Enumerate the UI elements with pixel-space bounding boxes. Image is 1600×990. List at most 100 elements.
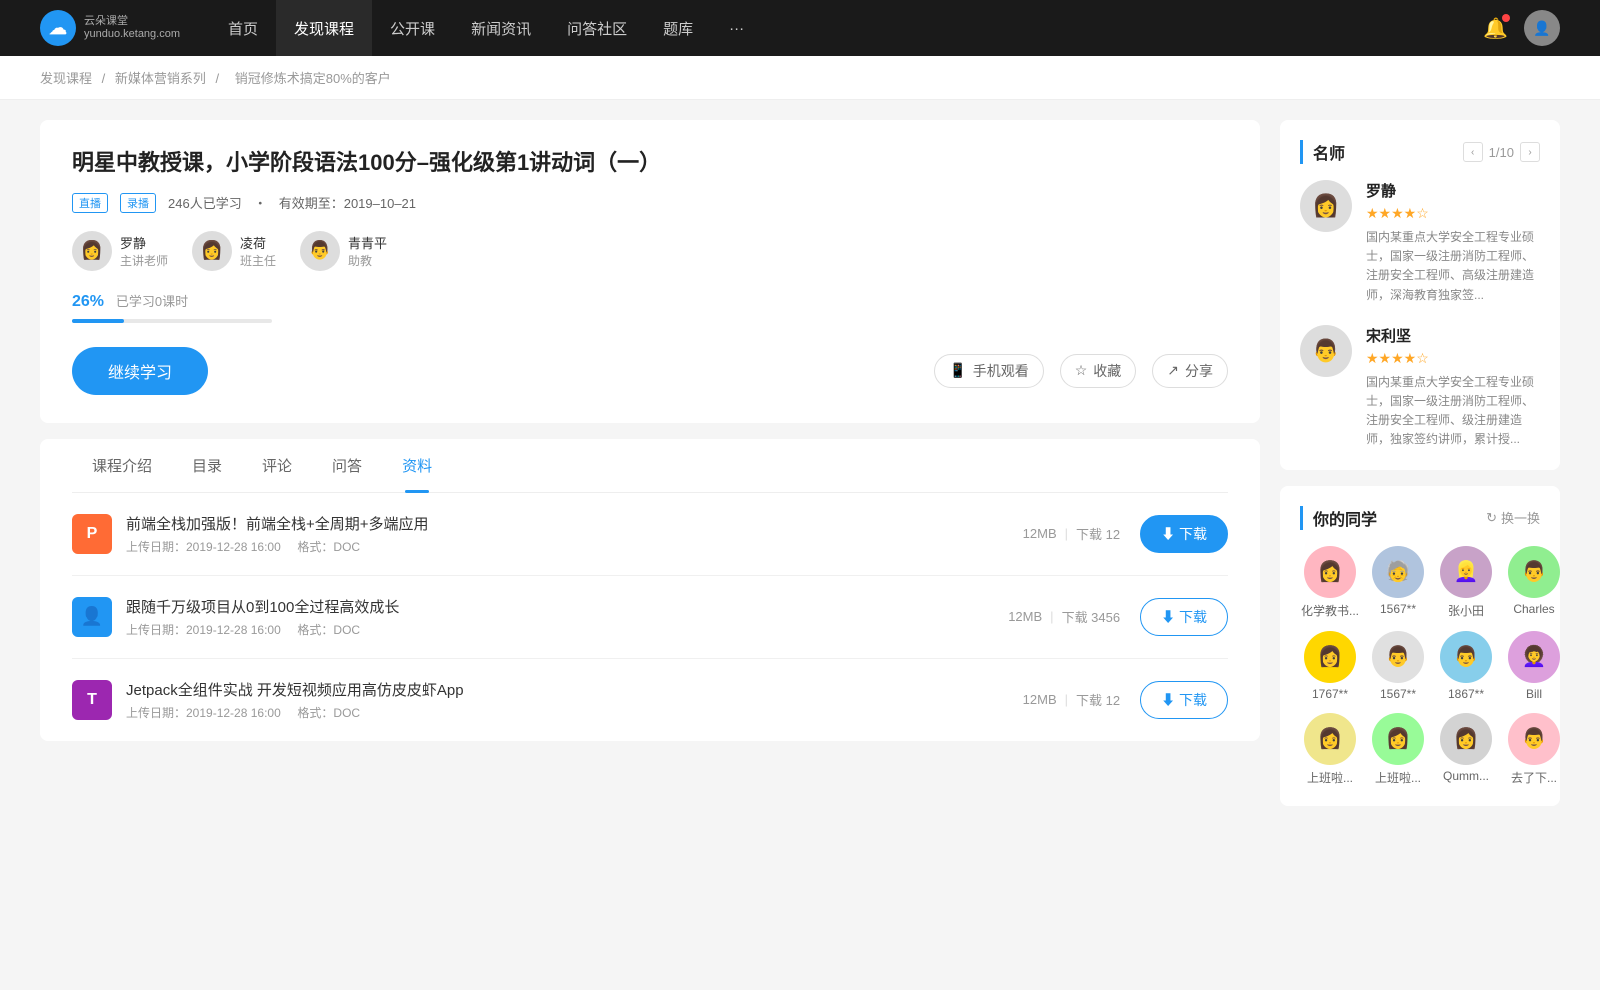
student-avatar-6: 👨 xyxy=(1440,631,1492,683)
breadcrumb-link-1[interactable]: 发现课程 xyxy=(40,71,92,86)
teacher-1-info: 凌荷 班主任 xyxy=(240,233,276,269)
breadcrumb: 发现课程 / 新媒体营销系列 / 销冠修炼术搞定80%的客户 xyxy=(0,56,1600,100)
course-meta: 直播 录播 246人已学习 ・ 有效期至：2019–10–21 xyxy=(72,193,1228,213)
file-size-2: 12MB xyxy=(1023,692,1057,707)
teacher-sidebar-avatar-0: 👩 xyxy=(1300,180,1352,232)
student-item-10: 👩 Qumm... xyxy=(1436,713,1496,786)
file-size-0: 12MB xyxy=(1023,526,1057,541)
mobile-icon: 📱 xyxy=(949,362,966,379)
file-name-0: 前端全栈加强版！前端全栈+全周期+多端应用 xyxy=(126,513,1023,534)
file-stats-1: 12MB | 下载 3456 xyxy=(1008,607,1120,626)
nav-item-more[interactable]: ··· xyxy=(711,0,762,56)
student-item-1: 🧓 1567** xyxy=(1368,546,1428,619)
teachers-list: 👩 罗静 主讲老师 👩 凌荷 班主任 👨 青青平 xyxy=(72,231,1228,271)
course-valid: ・ xyxy=(254,193,267,212)
student-name-9: 上班啦... xyxy=(1368,769,1428,786)
tab-qa[interactable]: 问答 xyxy=(312,439,382,492)
progress-bar-fill xyxy=(72,319,124,323)
student-avatar-1: 🧓 xyxy=(1372,546,1424,598)
star-icon: ☆ xyxy=(1075,362,1088,379)
file-name-2: Jetpack全组件实战 开发短视频应用高仿皮皮虾App xyxy=(126,679,1023,700)
student-name-6: 1867** xyxy=(1436,687,1496,701)
file-stats-2: 12MB | 下载 12 xyxy=(1023,690,1120,709)
nav-items: 首页 发现课程 公开课 新闻资讯 问答社区 题库 ··· xyxy=(210,0,1483,56)
student-avatar-8: 👩 xyxy=(1304,713,1356,765)
logo[interactable]: ☁ 云朵课堂 yunduo.ketang.com xyxy=(40,10,180,46)
teacher-2-info: 青青平 助教 xyxy=(348,233,387,269)
navigation: ☁ 云朵课堂 yunduo.ketang.com 首页 发现课程 公开课 新闻资… xyxy=(0,0,1600,56)
nav-item-qa[interactable]: 问答社区 xyxy=(549,0,645,56)
file-item-0: P 前端全栈加强版！前端全栈+全周期+多端应用 上传日期：2019-12-28 … xyxy=(72,493,1228,576)
progress-bar-bg xyxy=(72,319,272,323)
tab-intro[interactable]: 课程介绍 xyxy=(72,439,172,492)
next-page-button[interactable]: › xyxy=(1520,142,1540,162)
sidebar: 名师 ‹ 1/10 › 👩 罗静 ★★★★☆ 国内某重点大学安全工程专业硕士，国… xyxy=(1280,120,1560,822)
collect-button[interactable]: ☆ 收藏 xyxy=(1060,354,1137,388)
teacher-0-name: 罗静 xyxy=(120,233,168,252)
teacher-sidebar-avatar-1: 👨 xyxy=(1300,325,1352,377)
student-item-9: 👩 上班啦... xyxy=(1368,713,1428,786)
download-button-0[interactable]: ⬇ 下载 xyxy=(1140,515,1228,553)
students-grid: 👩 化学教书... 🧓 1567** 👱‍♀️ 张小田 👨 Charles 👩 xyxy=(1300,546,1540,786)
mobile-label: 手机观看 xyxy=(973,361,1029,381)
user-avatar[interactable]: 👤 xyxy=(1524,10,1560,46)
teacher-1: 👩 凌荷 班主任 xyxy=(192,231,276,271)
progress-section: 26% 已学习0课时 xyxy=(72,291,1228,323)
download-button-1[interactable]: ⬇ 下载 xyxy=(1140,598,1228,636)
nav-item-home[interactable]: 首页 xyxy=(210,0,276,56)
student-item-7: 👩‍🦱 Bill xyxy=(1504,631,1564,701)
breadcrumb-sep-1: / xyxy=(102,71,109,86)
course-validity: 有效期至：2019–10–21 xyxy=(279,193,416,212)
nav-item-discover[interactable]: 发现课程 xyxy=(276,0,372,56)
file-list: P 前端全栈加强版！前端全栈+全周期+多端应用 上传日期：2019-12-28 … xyxy=(72,493,1228,741)
student-name-1: 1567** xyxy=(1368,602,1428,616)
student-avatar-11: 👨 xyxy=(1508,713,1560,765)
nav-item-news[interactable]: 新闻资讯 xyxy=(453,0,549,56)
file-info-1: 跟随千万级项目从0到100全过程高效成长 上传日期：2019-12-28 16:… xyxy=(126,596,1008,638)
share-label: 分享 xyxy=(1185,361,1213,381)
breadcrumb-current: 销冠修炼术搞定80%的客户 xyxy=(235,71,391,86)
breadcrumb-link-2[interactable]: 新媒体营销系列 xyxy=(115,71,206,86)
course-actions: 继续学习 📱 手机观看 ☆ 收藏 ↗ 分享 xyxy=(72,347,1228,395)
teacher-sidebar-stars-1: ★★★★☆ xyxy=(1366,350,1540,367)
teacher-2-name: 青青平 xyxy=(348,233,387,252)
teacher-2-role: 助教 xyxy=(348,252,387,269)
nav-right: 🔔 👤 xyxy=(1483,10,1560,46)
continue-learning-button[interactable]: 继续学习 xyxy=(72,347,208,395)
file-icon-2: T xyxy=(72,680,112,720)
page-info: 1/10 xyxy=(1489,145,1514,160)
student-name-10: Qumm... xyxy=(1436,769,1496,783)
tab-review[interactable]: 评论 xyxy=(242,439,312,492)
notification-bell[interactable]: 🔔 xyxy=(1483,16,1508,41)
teacher-1-avatar: 👩 xyxy=(192,231,232,271)
refresh-label: 换一换 xyxy=(1501,508,1540,527)
progress-row: 26% 已学习0课时 xyxy=(72,291,1228,311)
breadcrumb-sep-2: / xyxy=(216,71,223,86)
tab-materials[interactable]: 资料 xyxy=(382,439,452,492)
badge-record: 录播 xyxy=(120,193,156,213)
download-button-2[interactable]: ⬇ 下载 xyxy=(1140,681,1228,719)
teacher-1-name: 凌荷 xyxy=(240,233,276,252)
teacher-0-role: 主讲老师 xyxy=(120,252,168,269)
share-button[interactable]: ↗ 分享 xyxy=(1152,354,1228,388)
teacher-2: 👨 青青平 助教 xyxy=(300,231,387,271)
mobile-view-button[interactable]: 📱 手机观看 xyxy=(934,354,1043,388)
content-area: 明星中教授课，小学阶段语法100分–强化级第1讲动词（一） 直播 录播 246人… xyxy=(40,120,1260,822)
student-avatar-10: 👩 xyxy=(1440,713,1492,765)
student-item-2: 👱‍♀️ 张小田 xyxy=(1436,546,1496,619)
file-size-1: 12MB xyxy=(1008,609,1042,624)
nav-item-open[interactable]: 公开课 xyxy=(372,0,453,56)
tab-catalog[interactable]: 目录 xyxy=(172,439,242,492)
refresh-students-button[interactable]: ↻ 换一换 xyxy=(1486,508,1540,527)
student-name-11: 去了下... xyxy=(1504,769,1564,786)
student-item-5: 👨 1567** xyxy=(1368,631,1428,701)
prev-page-button[interactable]: ‹ xyxy=(1463,142,1483,162)
student-name-3: Charles xyxy=(1504,602,1564,616)
student-item-11: 👨 去了下... xyxy=(1504,713,1564,786)
file-icon-1: 👤 xyxy=(72,597,112,637)
teacher-0-info: 罗静 主讲老师 xyxy=(120,233,168,269)
nav-item-quiz[interactable]: 题库 xyxy=(645,0,711,56)
teacher-0: 👩 罗静 主讲老师 xyxy=(72,231,168,271)
teacher-2-avatar: 👨 xyxy=(300,231,340,271)
file-downloads-1: 下载 3456 xyxy=(1062,607,1121,626)
